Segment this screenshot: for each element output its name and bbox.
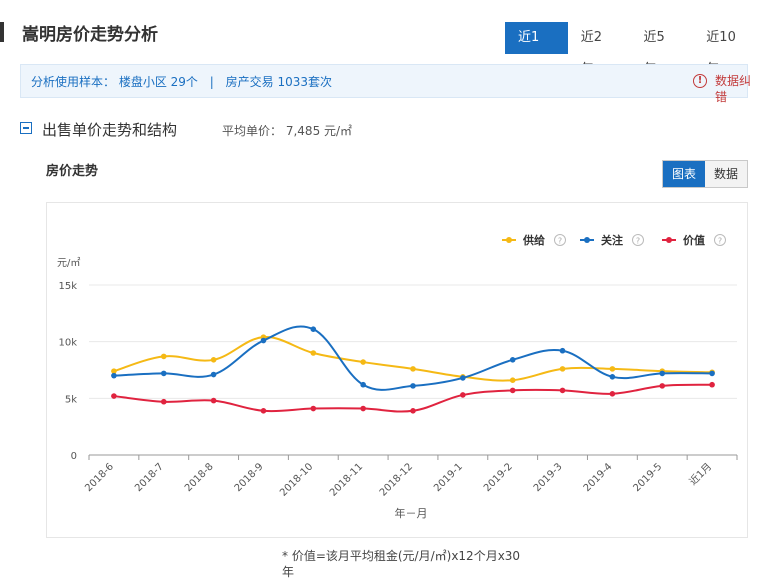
price-trend-chart: 0 5k 10k 15k 元/㎡ 2018-6 2018-7 2018-8 2018-9 2018… [57,233,738,520]
x-tick-label: 2019-4 [582,461,615,494]
data-point [160,398,167,405]
help-icon-glyph: ? [718,237,722,246]
x-tick-label: 2018-6 [83,461,116,494]
data-point [609,391,616,397]
legend-marker [666,237,672,243]
data-point [559,347,566,354]
legend-label: 价值 [683,233,705,247]
report-error-label: 数据纠错 [715,74,752,104]
data-point [111,372,117,379]
average-price: 平均单价： 7,485 元/㎡ [222,122,352,139]
view-toggle: 图表 数据 [662,160,749,188]
data-point [410,366,416,372]
legend-label: 关注 [601,233,623,247]
data-point [410,383,416,389]
transaction-count: 房产交易 1033套次 [225,75,332,89]
data-point [260,408,267,414]
data-point [310,326,317,332]
help-icon-glyph: ? [558,237,562,246]
data-point [260,337,267,344]
data-point [210,397,217,404]
sample-info-bar: 分析使用样本： 楼盘小区 29个 | 房产交易 1033套次 ! 数据纠错 [20,64,751,104]
y-tick-label: 0 [71,451,77,462]
title-accent-bar [0,22,4,42]
data-point [310,405,317,412]
data-point [360,359,366,365]
data-point [659,370,666,377]
legend-marker [506,237,512,243]
data-point [559,366,566,372]
sample-info-text: 分析使用样本： 楼盘小区 29个 | 房产交易 1033套次 [31,73,332,90]
footnote: * 价值=该月平均租金(元/月/㎡)x12个月x30年 [282,549,521,579]
x-tick-label: 2018-7 [133,461,166,494]
legend-marker [584,237,590,243]
x-tick-label: 2018-10 [278,461,315,498]
data-point [210,371,217,378]
community-count: 楼盘小区 29个 [118,75,198,89]
data-point [360,381,366,388]
x-tick-label: 2018-8 [183,461,216,494]
help-icon-glyph: ? [636,237,640,246]
tab-5-years[interactable]: 近5 年 [631,22,694,77]
data-point [310,350,317,356]
series-line-1 [113,336,713,382]
data-point [410,408,416,414]
legend-label: 供给 [522,233,545,247]
data-point [509,357,516,363]
warning-circle-icon: ! [693,74,707,88]
data-point [709,370,715,377]
data-point [460,392,466,398]
y-tick-label: 15k [58,281,77,292]
section-title: 出售单价走势和结构 [42,121,178,139]
data-point [210,357,217,363]
page-title: 嵩明房价走势分析 [22,25,158,45]
sample-label: 分析使用样本： [31,75,116,89]
y-axis-label: 元/㎡ [57,257,80,269]
chart-view-button[interactable]: 图表 [663,161,706,187]
x-tick-label: 2018-9 [233,461,266,494]
data-point [360,405,366,412]
info-separator: | [209,75,214,89]
chart-container: 0 5k 10k 15k 元/㎡ 2018-6 2018-7 2018-8 2018-9 2018… [46,202,748,538]
x-tick-label: 2018-11 [328,461,365,498]
x-tick-label: 2019-1 [432,461,465,494]
x-tick-label: 2019-5 [632,461,665,494]
x-tick-label: 2018-12 [378,461,415,498]
x-tick-label: 2019-3 [532,461,565,494]
data-point [609,374,616,380]
collapse-icon[interactable] [20,122,32,134]
series-line-2 [113,325,713,391]
data-point [460,375,466,381]
average-price-value: 7,485 元/㎡ [285,124,353,138]
data-point [160,353,167,360]
data-point [709,381,715,388]
tab-2-years[interactable]: 近2 年 [568,22,631,77]
data-point [111,393,117,399]
x-tick-label: 2019-2 [482,461,515,494]
average-price-label: 平均单价： [222,124,283,138]
data-point [609,366,616,372]
data-point [160,370,167,377]
chart-title: 房价走势 [46,164,99,179]
data-point [509,377,516,383]
x-tick-label: 近1月 [686,460,714,488]
y-tick-label: 10k [58,338,77,349]
data-point [559,387,566,394]
tab-10-years[interactable]: 近10 年 [693,22,764,77]
tab-1-year[interactable]: 近1 年 [505,22,568,77]
data-point [509,387,516,394]
data-view-button[interactable]: 数据 [705,161,748,187]
y-tick-label: 5k [65,394,77,405]
range-tabs: 近1 年 近2 年 近5 年 近10 年 [505,22,764,77]
x-axis-label: 年－月 [395,506,428,520]
data-point [659,383,666,389]
